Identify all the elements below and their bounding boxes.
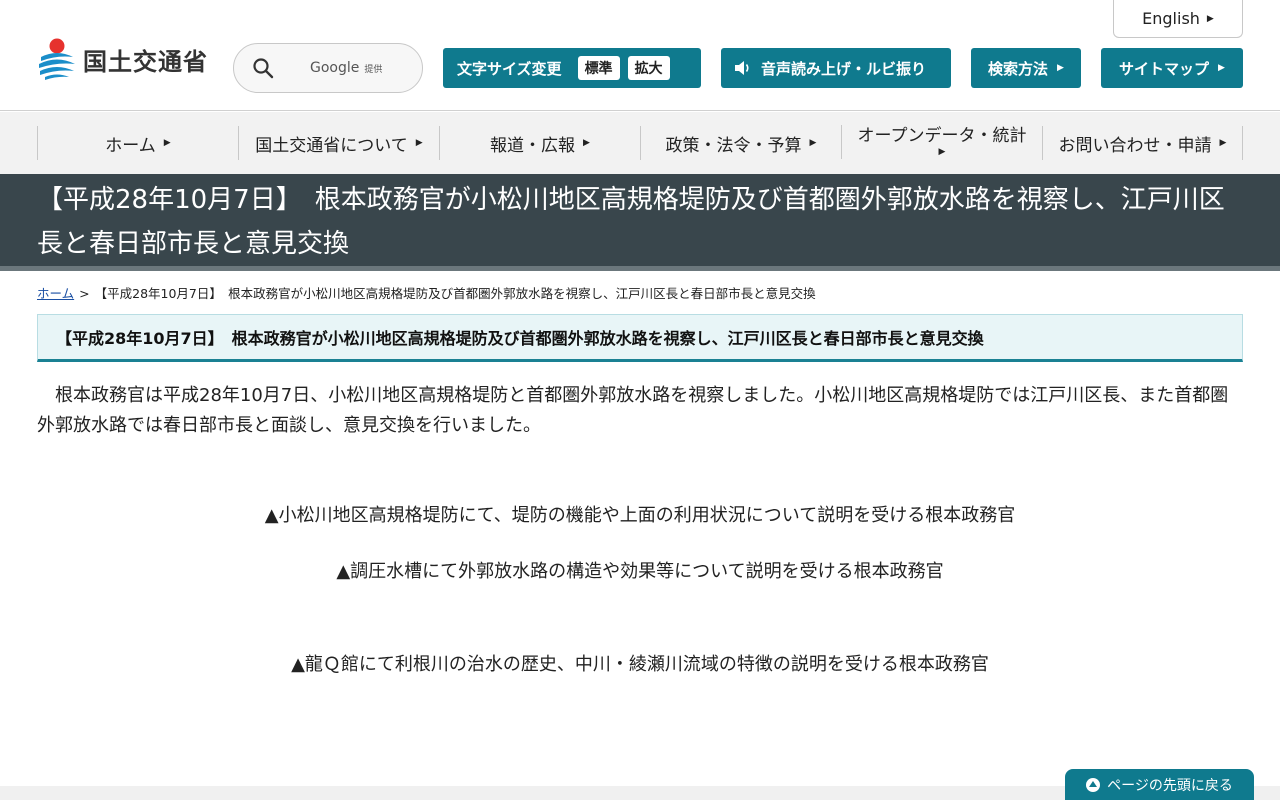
site-logo[interactable]: 国土交通省 <box>37 37 208 81</box>
triangle-right-icon: ▶ <box>583 138 590 148</box>
site-header: English ▶ 国土交通省 Google 提供 文字サイズ変更 標準 拡大 … <box>0 0 1280 111</box>
font-size-large-button[interactable]: 拡大 <box>627 56 670 80</box>
sitemap-label: サイトマップ <box>1119 59 1210 78</box>
nav-item-label: 報道・広報 <box>490 135 576 156</box>
photo-caption-1: ▲小松川地区高規格堤防にて、堤防の機能や上面の利用状況について説明を受ける根本政… <box>264 505 1016 526</box>
triangle-right-icon: ▶ <box>1206 13 1214 24</box>
nav-item-label: お問い合わせ・申請 <box>1058 135 1212 156</box>
breadcrumb-separator: > <box>79 286 90 301</box>
triangle-right-icon: ▶ <box>809 138 817 148</box>
nav-item-home[interactable]: ホーム ▶ <box>37 126 238 160</box>
global-nav: ホーム ▶ 国土交通省について ▶ 報道・広報 ▶ 政策・法令・予算 ▶ オープ… <box>0 112 1280 174</box>
search-icon <box>253 58 274 79</box>
logo-text: 国土交通省 <box>83 47 208 76</box>
english-label: English <box>1142 9 1200 28</box>
nav-item-label: オープンデータ・統計 <box>857 126 1027 147</box>
speaker-icon <box>735 61 749 75</box>
nav-item-label: ホーム <box>105 135 156 156</box>
nav-item-contact[interactable]: お問い合わせ・申請 ▶ <box>1042 126 1243 160</box>
arrow-up-icon <box>1086 777 1101 792</box>
breadcrumb-home-link[interactable]: ホーム <box>37 286 74 301</box>
font-size-control: 文字サイズ変更 標準 拡大 <box>443 48 701 88</box>
english-link[interactable]: English ▶ <box>1113 0 1243 38</box>
triangle-right-icon: ▶ <box>938 146 946 157</box>
nav-item-opendata[interactable]: オープンデータ・統計 ▶ <box>841 125 1042 159</box>
search-howto-label: 検索方法 <box>988 59 1049 78</box>
font-size-standard-button[interactable]: 標準 <box>577 56 620 80</box>
search-provider: Google <box>310 60 360 76</box>
nav-item-label: 国土交通省について <box>255 135 408 156</box>
triangle-right-icon: ▶ <box>1219 138 1227 148</box>
site-search-box[interactable]: Google 提供 <box>233 43 423 93</box>
article-heading: 【平成28年10月7日】 根本政務官が小松川地区高規格堤防及び首都圏外郭放水路を… <box>37 314 1243 362</box>
page-title: 【平成28年10月7日】 根本政務官が小松川地区高規格堤防及び首都圏外郭放水路を… <box>37 185 1225 259</box>
nav-item-policy[interactable]: 政策・法令・予算 ▶ <box>640 126 841 160</box>
page-title-bar: 【平成28年10月7日】 根本政務官が小松川地区高規格堤防及び首都圏外郭放水路を… <box>0 174 1280 271</box>
sitemap-button[interactable]: サイトマップ ▶ <box>1101 48 1243 88</box>
mlit-logo-icon <box>39 38 75 80</box>
nav-item-press[interactable]: 報道・広報 ▶ <box>439 126 640 160</box>
triangle-right-icon: ▶ <box>415 138 423 148</box>
photo-caption-3: ▲龍Ｑ館にて利根川の治水の歴史、中川・綾瀬川流域の特徴の説明を受ける根本政務官 <box>291 654 989 675</box>
nav-item-label: 政策・法令・予算 <box>665 135 802 156</box>
search-howto-button[interactable]: 検索方法 ▶ <box>971 48 1081 88</box>
triangle-right-icon: ▶ <box>163 138 171 148</box>
triangle-right-icon: ▶ <box>1057 63 1064 73</box>
photo-caption-2: ▲調圧水槽にて外郭放水路の構造や効果等について説明を受ける根本政務官 <box>336 561 944 582</box>
page-top-button[interactable]: ページの先頭に戻る <box>1065 769 1254 800</box>
breadcrumb: ホーム > 【平成28年10月7日】 根本政務官が小松川地区高規格堤防及び首都圏外郭… <box>37 283 816 302</box>
voice-ruby-button[interactable]: 音声読み上げ・ルビ振り <box>721 48 951 88</box>
triangle-right-icon: ▶ <box>1218 63 1225 73</box>
search-provider-suffix: 提供 <box>364 64 383 75</box>
font-size-label: 文字サイズ変更 <box>457 59 562 78</box>
breadcrumb-current: 【平成28年10月7日】 根本政務官が小松川地区高規格堤防及び首都圏外郭放水路を… <box>94 286 816 301</box>
article-intro: 根本政務官は平成28年10月7日、小松川地区高規格堤防と首都圏外郭放水路を視察し… <box>37 385 1229 436</box>
voice-ruby-label: 音声読み上げ・ルビ振り <box>761 59 927 78</box>
nav-item-about[interactable]: 国土交通省について ▶ <box>238 126 439 160</box>
page-top-label: ページの先頭に戻る <box>1107 777 1233 794</box>
